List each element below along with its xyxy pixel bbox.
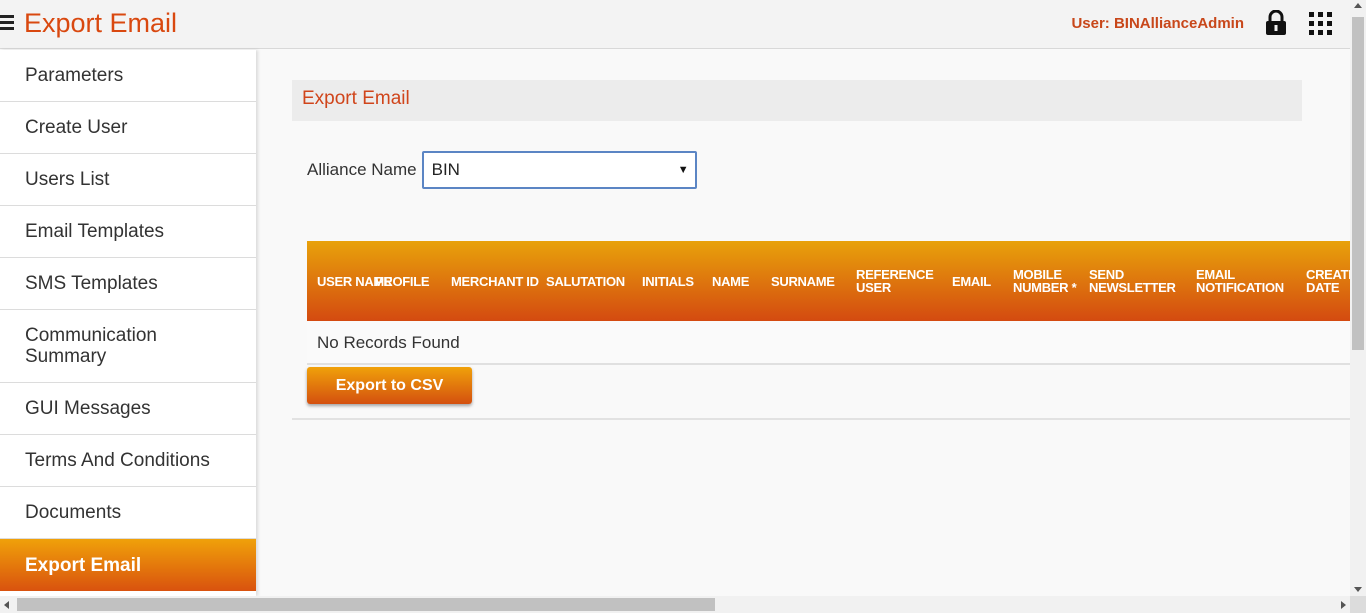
current-user-label: User: BINAllianceAdmin [1071, 15, 1244, 32]
page-title: Export Email [24, 8, 178, 38]
table-header: USER NAME PROFILE MERCHANT ID SALUTATION… [307, 241, 1350, 321]
alliance-name-select[interactable]: BIN ▼ [421, 151, 697, 189]
lock-icon[interactable] [1265, 9, 1287, 36]
top-header: Export Email User: BINAllianceAdmin [0, 0, 1350, 49]
hamburger-menu-icon[interactable] [0, 15, 14, 31]
sidebar-item-terms-and-conditions[interactable]: Terms And Conditions [0, 435, 256, 487]
sidebar-item-users-list[interactable]: Users List [0, 154, 256, 206]
column-header[interactable]: CREATE DATE [1297, 268, 1350, 294]
export-to-csv-button[interactable]: Export to CSV [307, 367, 472, 404]
sidebar-item-email-templates[interactable]: Email Templates [0, 206, 256, 258]
column-header[interactable]: SEND NEWSLETTER [1080, 268, 1187, 294]
scroll-right-arrow-icon[interactable] [1341, 601, 1346, 609]
sidebar-item-parameters[interactable]: Parameters [0, 50, 256, 102]
panel-title: Export Email [292, 80, 1302, 121]
sidebar-item-documents[interactable]: Documents [0, 487, 256, 539]
sidebar-item-gui-messages[interactable]: GUI Messages [0, 383, 256, 435]
sidebar-item-communication-summary[interactable]: Communication Summary [0, 310, 256, 383]
column-header[interactable]: SURNAME [762, 275, 847, 288]
column-header[interactable]: EMAIL NOTIFICATION [1187, 268, 1297, 294]
sidebar: Parameters Create User Users List Email … [0, 50, 256, 596]
column-header[interactable]: NAME [704, 275, 762, 288]
column-header[interactable]: REFERENCE USER [847, 268, 943, 294]
column-header[interactable]: USER NAME [307, 275, 393, 288]
column-header[interactable]: INITIALS [634, 275, 704, 288]
sidebar-item-export-email[interactable]: Export Email [0, 539, 256, 591]
vertical-scrollbar[interactable] [1350, 0, 1366, 596]
horizontal-scrollbar[interactable] [0, 596, 1350, 613]
horizontal-scroll-thumb[interactable] [17, 598, 715, 611]
alliance-name-value: BIN [431, 160, 460, 179]
column-header[interactable]: PROFILE [367, 275, 442, 288]
sidebar-item-create-user[interactable]: Create User [0, 102, 256, 154]
column-header[interactable]: MERCHANT ID [442, 275, 539, 288]
export-email-table: USER NAME PROFILE MERCHANT ID SALUTATION… [307, 241, 1350, 365]
apps-grid-icon[interactable] [1309, 12, 1332, 35]
main-content: Export Email Alliance Name BIN ▼ USER NA… [292, 80, 1350, 420]
alliance-form-row: Alliance Name BIN ▼ [307, 151, 697, 189]
sidebar-item-sms-templates[interactable]: SMS Templates [0, 258, 256, 310]
dropdown-caret-icon: ▼ [677, 164, 689, 176]
empty-table-message: No Records Found [307, 321, 1350, 365]
scroll-up-arrow-icon[interactable] [1354, 3, 1362, 8]
column-header[interactable]: SALUTATION [535, 275, 634, 288]
column-header[interactable]: MOBILE NUMBER * [1004, 268, 1080, 294]
alliance-name-label: Alliance Name [307, 160, 417, 179]
scroll-left-arrow-icon[interactable] [4, 601, 9, 609]
column-header[interactable]: EMAIL [943, 275, 1004, 288]
vertical-scroll-thumb[interactable] [1352, 17, 1364, 350]
divider [292, 418, 1350, 420]
scrollbar-corner [1350, 596, 1366, 613]
scroll-down-arrow-icon[interactable] [1354, 587, 1362, 592]
